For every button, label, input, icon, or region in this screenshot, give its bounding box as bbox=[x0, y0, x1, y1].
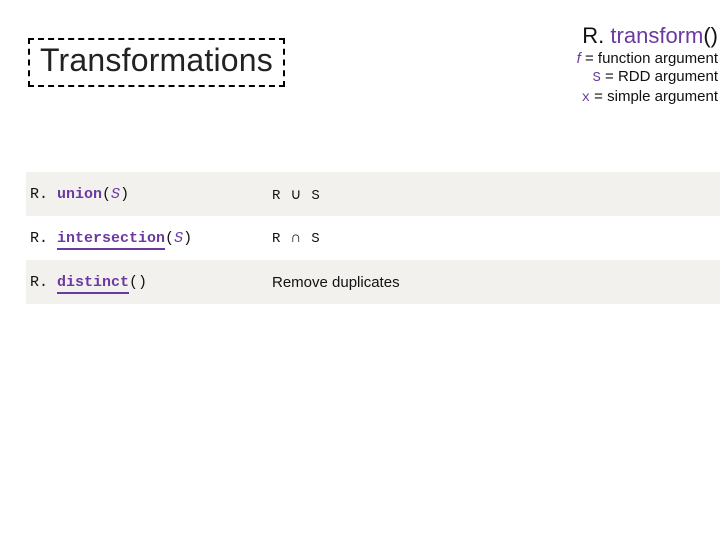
paren-close: ) bbox=[183, 230, 192, 247]
legend-header-suffix: () bbox=[703, 23, 718, 48]
paren-open: ( bbox=[102, 186, 111, 203]
legend-row: x = simple argument bbox=[577, 88, 718, 108]
desc-code: R bbox=[272, 231, 280, 247]
method-name: intersection bbox=[57, 230, 165, 250]
desc-code: S bbox=[311, 231, 319, 247]
call-prefix: R. bbox=[30, 186, 57, 203]
method-name: distinct bbox=[57, 274, 129, 294]
legend-text: = RDD argument bbox=[601, 68, 718, 85]
paren-close: ) bbox=[120, 186, 129, 203]
legend-text: = simple argument bbox=[590, 88, 718, 105]
legend-symbol: x bbox=[582, 90, 590, 106]
desc-code: S bbox=[311, 188, 319, 204]
method-description: R ∪ S bbox=[270, 185, 720, 204]
legend-row: S = RDD argument bbox=[577, 68, 718, 88]
paren-close: ) bbox=[138, 274, 147, 291]
legend: R. transform() f = function argument S =… bbox=[577, 22, 718, 107]
method-description: R ∩ S bbox=[270, 229, 720, 247]
transformations-table: R. union(S) R∪S R. intersection(S) R∩S R… bbox=[26, 172, 720, 304]
paren-open: ( bbox=[165, 230, 174, 247]
call-prefix: R. bbox=[30, 230, 57, 247]
legend-header: R. transform() bbox=[577, 22, 718, 50]
legend-row: f = function argument bbox=[577, 50, 718, 69]
desc-plain: Remove duplicates bbox=[272, 274, 400, 291]
legend-symbol: S bbox=[592, 70, 600, 86]
desc-symbol: ∪ bbox=[290, 186, 301, 203]
table-row: R. union(S) R∪S bbox=[26, 172, 720, 216]
desc-code: R bbox=[272, 188, 280, 204]
legend-text: = function argument bbox=[581, 50, 718, 67]
desc-symbol: ∩ bbox=[290, 229, 301, 246]
call-prefix: R. bbox=[30, 274, 57, 291]
method-description: Remove duplicates bbox=[270, 274, 720, 291]
method-arg: S bbox=[111, 186, 120, 203]
method-name: union bbox=[57, 186, 102, 203]
legend-header-method: transform bbox=[610, 23, 703, 48]
method-call: R. intersection(S) bbox=[26, 230, 270, 247]
table-row: R. distinct() Remove duplicates bbox=[26, 260, 720, 304]
slide-title: Transformations bbox=[28, 38, 285, 87]
method-arg: S bbox=[174, 230, 183, 247]
paren-open: ( bbox=[129, 274, 138, 291]
legend-header-prefix: R. bbox=[582, 23, 610, 48]
table-row: R. intersection(S) R∩S bbox=[26, 216, 720, 260]
method-call: R. distinct() bbox=[26, 274, 270, 291]
method-call: R. union(S) bbox=[26, 186, 270, 203]
